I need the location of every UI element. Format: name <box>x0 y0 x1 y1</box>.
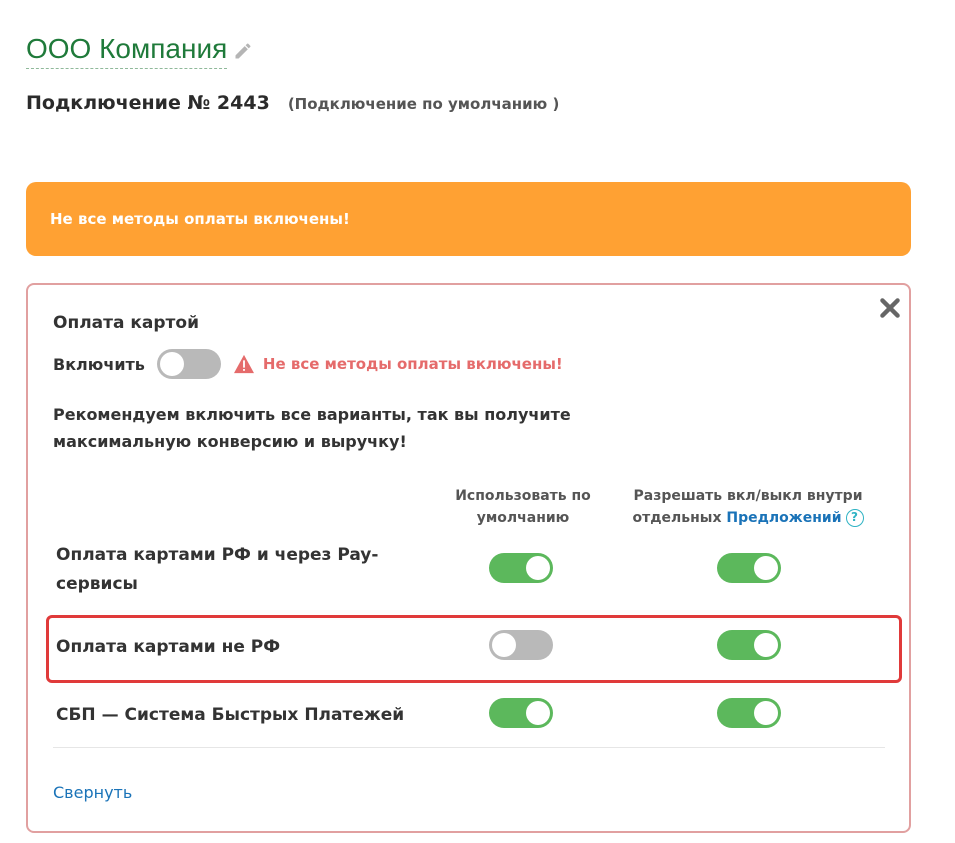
warning-triangle-icon <box>233 354 254 374</box>
panel-title: Оплата картой <box>53 313 199 333</box>
enable-label: Включить <box>53 354 145 374</box>
connection-subtitle: (Подключение по умолчанию ) <box>287 95 560 113</box>
recommendation-text: Рекомендуем включить все варианты, так в… <box>53 405 571 451</box>
toggle-knob <box>754 701 778 725</box>
column-header-default: Использовать по умолчанию <box>455 488 591 526</box>
connection-title: Подключение № 2443 <box>26 92 270 114</box>
method-label: СБП — Система Быстрых Платежей <box>56 705 405 725</box>
card-payment-panel: Оплата картой Включить Не все методы опл… <box>26 283 911 833</box>
column-header-allow: Разрешать вкл/выкл внутри отдельных Пред… <box>628 485 868 529</box>
method-allow-toggle[interactable] <box>717 698 781 728</box>
pencil-icon[interactable] <box>233 41 253 61</box>
divider <box>53 747 885 748</box>
toggle-knob <box>526 701 550 725</box>
warning-text: Не все методы оплаты включены! <box>262 355 563 373</box>
connection-heading: Подключение № 2443 (Подключение по умолч… <box>26 92 559 114</box>
enable-toggle[interactable] <box>156 349 221 379</box>
enable-row: Включить Не все методы оплаты включены! <box>53 349 563 379</box>
offers-link[interactable]: Предложений <box>726 510 841 526</box>
method-default-toggle[interactable] <box>489 553 553 583</box>
company-name[interactable]: ООО Компания <box>26 32 228 69</box>
method-label: Оплата картами РФ и через Pay-сервисы <box>56 545 379 594</box>
toggle-knob <box>526 556 550 580</box>
company-header: ООО Компания <box>26 32 253 69</box>
toggle-knob <box>754 633 778 657</box>
method-label: Оплата картами не РФ <box>56 637 281 657</box>
warning: Не все методы оплаты включены! <box>233 354 563 374</box>
alert-text: Не все методы оплаты включены! <box>50 210 350 228</box>
method-allow-toggle[interactable] <box>717 553 781 583</box>
close-icon[interactable] <box>877 295 903 321</box>
toggle-knob <box>492 633 516 657</box>
method-default-toggle[interactable] <box>489 630 553 660</box>
toggle-knob <box>754 556 778 580</box>
help-circle-icon[interactable]: ? <box>845 509 864 527</box>
alert-banner: Не все методы оплаты включены! <box>26 182 911 256</box>
method-default-toggle[interactable] <box>489 698 553 728</box>
toggle-knob <box>159 352 184 376</box>
collapse-link[interactable]: Свернуть <box>53 783 132 802</box>
method-allow-toggle[interactable] <box>717 630 781 660</box>
